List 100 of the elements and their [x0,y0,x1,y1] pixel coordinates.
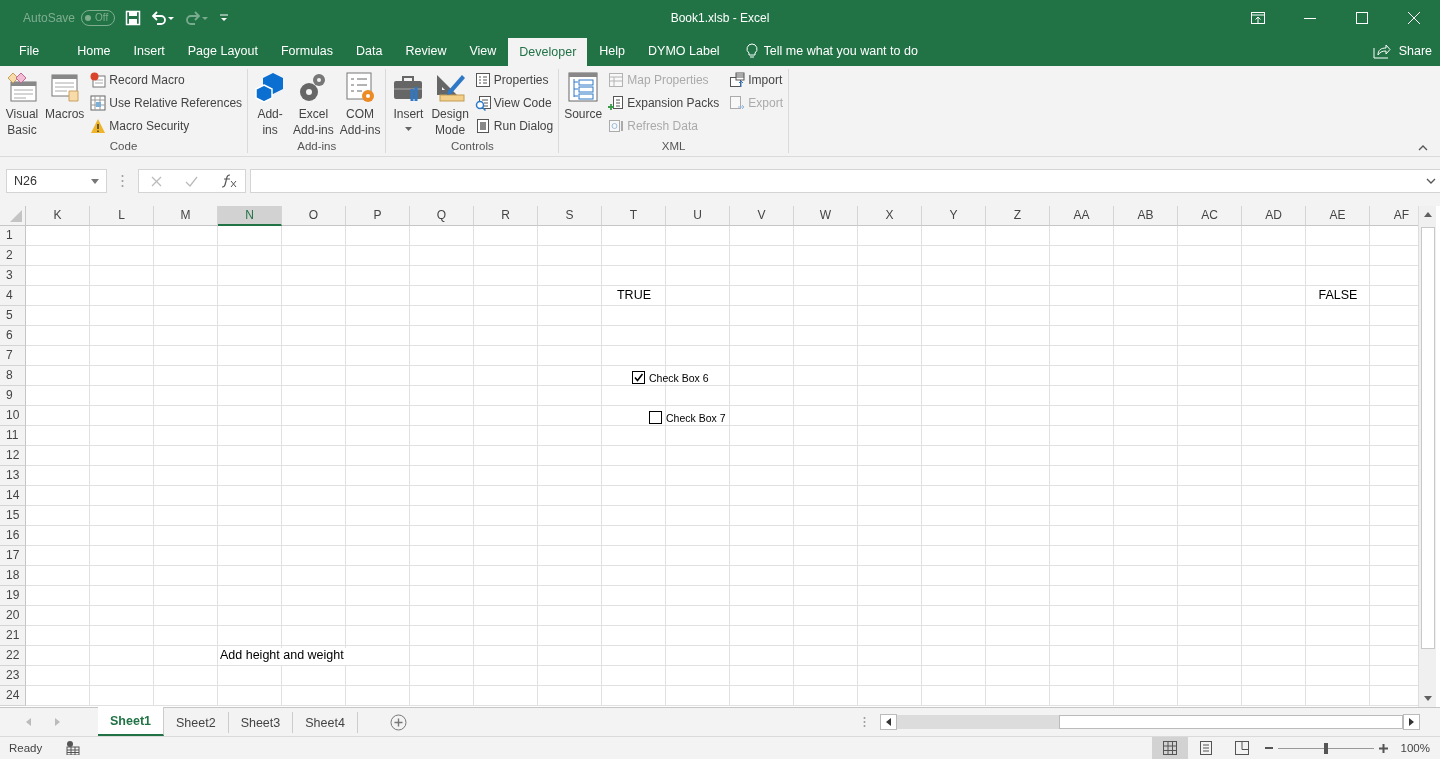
checkbox[interactable] [649,411,662,425]
column-header[interactable]: R [474,206,538,227]
macro-record-icon[interactable] [66,741,81,755]
ribbon-display-icon[interactable] [1251,11,1265,24]
ribbon-tab[interactable]: Data [345,35,394,66]
column-header[interactable]: K [26,206,90,227]
row-header[interactable]: 4 [0,286,26,307]
row-header[interactable]: 19 [0,586,26,607]
name-box[interactable]: N26 [6,169,107,194]
ribbon-tab[interactable]: Formulas [269,35,345,66]
share-button[interactable]: Share [1364,35,1440,66]
row-header[interactable]: 1 [0,226,26,247]
column-header[interactable]: Q [410,206,474,227]
ribbon-button[interactable]: Visual Basic [3,68,41,141]
row-header[interactable]: 18 [0,566,26,587]
ribbon-tab[interactable]: File [8,35,66,66]
sheet-tab[interactable]: Sheet1 [98,707,164,736]
column-header[interactable]: AE [1306,206,1370,227]
row-header[interactable]: 11 [0,426,26,447]
row-header[interactable]: 14 [0,486,26,507]
splitter-dots-icon[interactable] [121,174,124,189]
ribbon-button[interactable]: COM Add-ins [337,68,383,141]
ribbon-tab[interactable]: Page Layout [176,35,269,66]
ribbon-tab[interactable]: Help [588,35,637,66]
ribbon-button[interactable]: Add- ins [251,68,290,141]
scroll-thumb[interactable] [1420,227,1435,650]
column-header[interactable]: M [154,206,218,227]
row-header[interactable]: 5 [0,306,26,327]
undo-icon[interactable] [151,9,176,26]
zoom-out-icon[interactable] [1264,744,1273,752]
ribbon-button[interactable]: Record Macro [88,68,245,92]
row-header[interactable]: 10 [0,406,26,427]
scroll-thumb[interactable] [1059,715,1403,730]
column-header[interactable]: AF [1370,206,1418,227]
row-header[interactable]: 3 [0,266,26,287]
maximize-icon[interactable] [1355,11,1369,24]
column-header[interactable]: AB [1114,206,1178,227]
sheet-tab[interactable]: Sheet2 [164,712,229,733]
expand-caret-icon[interactable] [1426,178,1436,185]
row-header[interactable]: 22 [0,646,26,667]
column-header[interactable]: T [602,206,666,227]
ribbon-tab[interactable]: Insert [122,35,176,66]
tell-me-field[interactable]: Tell me what you want to do [763,43,954,58]
column-header[interactable]: P [346,206,410,227]
save-icon[interactable] [125,9,142,26]
column-header[interactable]: O [282,206,346,227]
checkbox[interactable] [632,371,645,385]
sheet-tab[interactable]: Sheet4 [293,712,358,733]
zoom-slider-thumb[interactable] [1323,742,1328,754]
ribbon-button[interactable]: Source [562,68,605,141]
view-button[interactable] [1151,737,1188,759]
ribbon-button[interactable]: Properties [472,68,556,92]
column-header[interactable]: L [90,206,154,227]
ribbon-tab[interactable]: DYMO Label [637,35,731,66]
vertical-scrollbar[interactable] [1418,206,1436,708]
scroll-left-icon[interactable] [880,714,897,731]
sheet-tab[interactable]: Sheet3 [228,712,294,733]
ribbon-button[interactable]: Design Mode [429,68,471,141]
ribbon-button[interactable]: Excel Add-ins [291,68,336,141]
ribbon-button[interactable]: Insert [389,68,428,141]
ribbon-button[interactable]: Macro Security [88,114,245,138]
collapse-ribbon-icon[interactable] [1418,145,1428,152]
ribbon-button[interactable]: Import [727,68,785,92]
column-header[interactable]: W [794,206,858,227]
checkmark-icon[interactable] [185,175,198,187]
ribbon-button[interactable]: Use Relative References [88,91,245,115]
column-header[interactable]: S [538,206,602,227]
row-header[interactable]: 16 [0,526,26,547]
column-header[interactable]: AA [1050,206,1114,227]
row-header[interactable]: 8 [0,366,26,387]
row-header[interactable]: 23 [0,666,26,687]
close-icon[interactable] [1407,11,1421,24]
zoom-in-icon[interactable] [1378,743,1388,753]
column-header[interactable]: X [858,206,922,227]
ribbon-button[interactable]: Run Dialog [472,114,556,138]
ribbon-button[interactable]: View Code [472,91,556,115]
ribbon-tab[interactable]: Home [66,35,122,66]
ribbon-button[interactable]: Macros [43,68,87,141]
row-header[interactable]: 6 [0,326,26,347]
row-header[interactable]: 20 [0,606,26,627]
scroll-right-icon[interactable] [1403,714,1420,731]
row-header[interactable]: 17 [0,546,26,567]
row-header[interactable]: 9 [0,386,26,407]
ribbon-button[interactable]: Expansion Packs [606,91,722,115]
row-header[interactable]: 2 [0,246,26,267]
column-header[interactable]: Y [922,206,986,227]
row-header[interactable]: 15 [0,506,26,527]
column-header[interactable]: AD [1242,206,1306,227]
ribbon-tab[interactable]: Developer [508,37,588,66]
ribbon-tab[interactable]: View [458,35,508,66]
column-header[interactable]: V [730,206,794,227]
column-header[interactable]: U [666,206,730,227]
row-header[interactable]: 24 [0,686,26,707]
column-header[interactable]: AC [1178,206,1242,227]
function-icon[interactable] [221,174,237,189]
row-header[interactable]: 12 [0,446,26,467]
customize-caret-icon[interactable] [219,12,230,23]
row-header[interactable]: 21 [0,626,26,647]
ribbon-tab[interactable]: Review [394,35,458,66]
row-header[interactable]: 7 [0,346,26,367]
